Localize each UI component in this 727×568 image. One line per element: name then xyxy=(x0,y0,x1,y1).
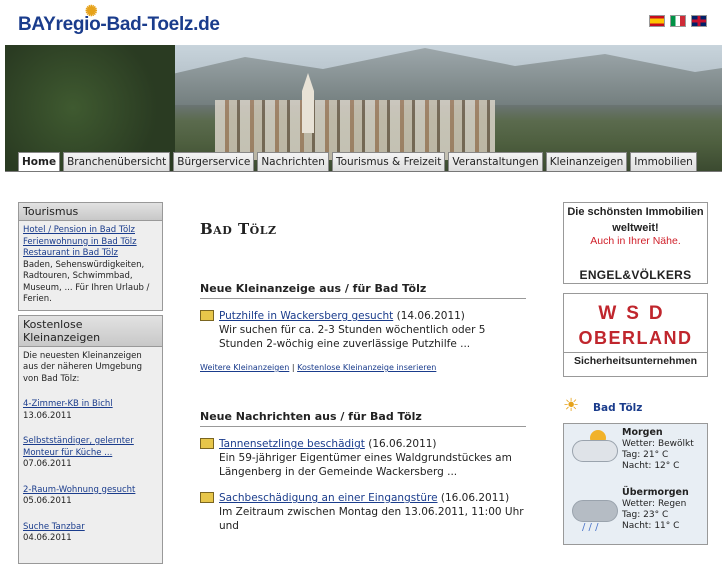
kleinanzeige-date: 07.06.2011 xyxy=(23,459,72,469)
tourismus-box-title: Tourismus xyxy=(19,203,162,221)
rain-cloud-icon: / / / xyxy=(564,484,622,544)
site-logo[interactable]: ✺ BAYregio-Bad-Toelz.de xyxy=(18,3,220,36)
weitere-kleinanzeigen-link[interactable]: Weitere Kleinanzeigen xyxy=(200,363,289,372)
forecast-night-temp: Nacht: 11° C xyxy=(622,521,680,531)
list-item: 4-Zimmer-KB in Bichl 13.06.2011 xyxy=(23,399,158,422)
tab-tourismus-freizeit[interactable]: Tourismus & Freizeit xyxy=(331,152,446,172)
ad-headline-2: weltweit! xyxy=(612,222,659,234)
weather-location: Bad Tölz xyxy=(593,402,643,414)
tab-veranstaltungen[interactable]: Veranstaltungen xyxy=(448,152,543,172)
site-logo-text: BAYregio-Bad-Toelz.de xyxy=(18,14,220,35)
list-item: Sachbeschädigung an einer Eingangstüre (… xyxy=(200,491,530,533)
kleinanzeige-entry-link[interactable]: Putzhilfe in Wackersberg gesucht xyxy=(219,310,393,322)
kleinanzeige-link[interactable]: Selbstständiger, gelernter Monteur für K… xyxy=(23,436,158,459)
kleinanzeigen-box-body: Die neuesten Kleinanzeigen aus der näher… xyxy=(19,346,162,563)
sun-icon: ☀ xyxy=(563,395,580,416)
tab-buergerservice[interactable]: Bürgerservice xyxy=(173,152,255,172)
signpost-icon xyxy=(200,310,214,321)
sun-logo-icon: ✺ xyxy=(85,3,98,20)
partly-cloudy-icon xyxy=(564,424,622,484)
kleinanzeige-link[interactable]: 4-Zimmer-KB in Bichl xyxy=(23,399,158,411)
forecast-day: / / / Übermorgen Wetter: Regen Tag: 23° … xyxy=(564,484,707,544)
hotel-link[interactable]: Hotel / Pension in Bad Tölz xyxy=(23,225,158,237)
tourismus-box: Tourismus Hotel / Pension in Bad Tölz Fe… xyxy=(18,202,163,311)
tab-immobilien[interactable]: Immobilien xyxy=(630,152,697,172)
list-item: Suche Tanzbar 04.06.2011 xyxy=(23,522,158,545)
tourismus-box-body: Hotel / Pension in Bad Tölz Ferienwohnun… xyxy=(19,221,162,310)
kleinanzeigen-box: Kostenlose Kleinanzeigen Die neuesten Kl… xyxy=(18,314,163,564)
weather-widget: ☀ Bad Tölz Morgen Wetter: Bewölkt Tag: 2… xyxy=(563,397,708,545)
main-content: Bad Tölz Neue Kleinanzeige aus / für Bad… xyxy=(200,220,530,545)
kleinanzeige-date: 04.06.2011 xyxy=(23,533,72,543)
ad-brand: OBERLAND xyxy=(578,328,693,348)
list-item: Selbstständiger, gelernter Monteur für K… xyxy=(23,436,158,471)
tourismus-description: Baden, Sehenswürdigkeiten, Radtouren, Sc… xyxy=(23,259,150,305)
ad-headline: Die schönsten Immobilien xyxy=(567,206,704,218)
kleinanzeige-entry-date: (14.06.2011) xyxy=(396,310,465,322)
nachrichten-section-heading: Neue Nachrichten aus / für Bad Tölz xyxy=(200,410,526,427)
language-flags xyxy=(649,15,707,27)
kleinanzeige-date: 05.06.2011 xyxy=(23,496,72,506)
tab-branchenuebersicht[interactable]: Branchenübersicht xyxy=(63,152,171,172)
ad-logo-text: WSD xyxy=(598,303,673,324)
uk-flag-icon[interactable] xyxy=(691,15,707,27)
forecast-night-temp: Nacht: 12° C xyxy=(622,461,680,471)
forecast-day-label: Morgen xyxy=(622,427,663,438)
nachricht-date: (16.06.2011) xyxy=(368,438,437,450)
forecast-day-temp: Tag: 23° C xyxy=(622,510,669,520)
weather-title: ☀ Bad Tölz xyxy=(563,397,708,417)
page-title: Bad Tölz xyxy=(200,220,277,238)
nachricht-date: (16.06.2011) xyxy=(440,492,510,504)
forecast-day: Morgen Wetter: Bewölkt Tag: 21° C Nacht:… xyxy=(564,424,707,484)
list-item: Tannensetzlinge beschädigt (16.06.2011) … xyxy=(200,437,530,479)
kleinanzeige-inserieren-link[interactable]: Kostenlose Kleinanzeige inserieren xyxy=(297,363,436,372)
kleinanzeige-link[interactable]: Suche Tanzbar xyxy=(23,522,158,534)
forecast-day-temp: Tag: 21° C xyxy=(622,450,669,460)
nachricht-text: Im Zeitraum zwischen Montag den 13.06.20… xyxy=(219,506,524,532)
kleinanzeige-links: Weitere Kleinanzeigen | Kostenlose Klein… xyxy=(200,363,530,372)
signpost-icon xyxy=(200,438,214,449)
tab-kleinanzeigen[interactable]: Kleinanzeigen xyxy=(545,152,628,172)
nachricht-text: Ein 59-jähriger Eigentümer eines Waldgru… xyxy=(219,452,512,478)
ad-brand: ENGEL&VÖLKERS xyxy=(579,268,692,282)
ad-subline: Sicherheitsunternehmen xyxy=(564,352,707,367)
tab-home[interactable]: Home xyxy=(18,152,61,172)
main-navigation: Home Branchenübersicht Bürgerservice Nac… xyxy=(18,152,697,172)
list-item: 2-Raum-Wohnung gesucht 05.06.2011 xyxy=(23,485,158,508)
list-item: Putzhilfe in Wackersberg gesucht (14.06.… xyxy=(200,309,530,351)
forecast-day-label: Übermorgen xyxy=(622,487,689,498)
right-sidebar: Die schönsten Immobilien weltweit! Auch … xyxy=(563,202,708,545)
kleinanzeige-link[interactable]: 2-Raum-Wohnung gesucht xyxy=(23,485,158,497)
forecast-condition: Wetter: Bewölkt xyxy=(622,439,694,449)
kleinanzeige-entry-text: Wir suchen für ca. 2-3 Stunden wöchentli… xyxy=(219,324,486,350)
town-shape xyxy=(215,100,495,160)
restaurant-link[interactable]: Restaurant in Bad Tölz xyxy=(23,248,158,260)
kleinanzeige-date: 13.06.2011 xyxy=(23,410,72,421)
forecast-condition: Wetter: Regen xyxy=(622,499,687,509)
nachricht-link[interactable]: Tannensetzlinge beschädigt xyxy=(219,438,365,450)
kleinanzeigen-intro: Die neuesten Kleinanzeigen aus der näher… xyxy=(23,350,143,384)
kleinanzeige-section-heading: Neue Kleinanzeige aus / für Bad Tölz xyxy=(200,282,526,299)
tab-nachrichten[interactable]: Nachrichten xyxy=(257,152,329,172)
kleinanzeigen-box-title: Kostenlose Kleinanzeigen xyxy=(19,315,162,347)
weather-forecast: Morgen Wetter: Bewölkt Tag: 21° C Nacht:… xyxy=(563,423,708,545)
nachricht-link[interactable]: Sachbeschädigung an einer Eingangstüre xyxy=(219,492,438,504)
signpost-icon xyxy=(200,492,214,503)
link-separator: | xyxy=(291,363,295,372)
nav-divider xyxy=(5,171,722,172)
mountain-shape xyxy=(155,48,722,105)
ad-subline: Auch in Ihrer Nähe. xyxy=(590,235,681,247)
wsd-oberland-ad[interactable]: WSD OBERLAND Sicherheitsunternehmen xyxy=(563,293,708,377)
ferienwohnung-link[interactable]: Ferienwohnung in Bad Tölz xyxy=(23,237,158,249)
italian-flag-icon[interactable] xyxy=(670,15,686,27)
spanish-flag-icon[interactable] xyxy=(649,15,665,27)
left-sidebar: Tourismus Hotel / Pension in Bad Tölz Fe… xyxy=(18,202,163,568)
engel-voelkers-ad[interactable]: Die schönsten Immobilien weltweit! Auch … xyxy=(563,202,708,284)
